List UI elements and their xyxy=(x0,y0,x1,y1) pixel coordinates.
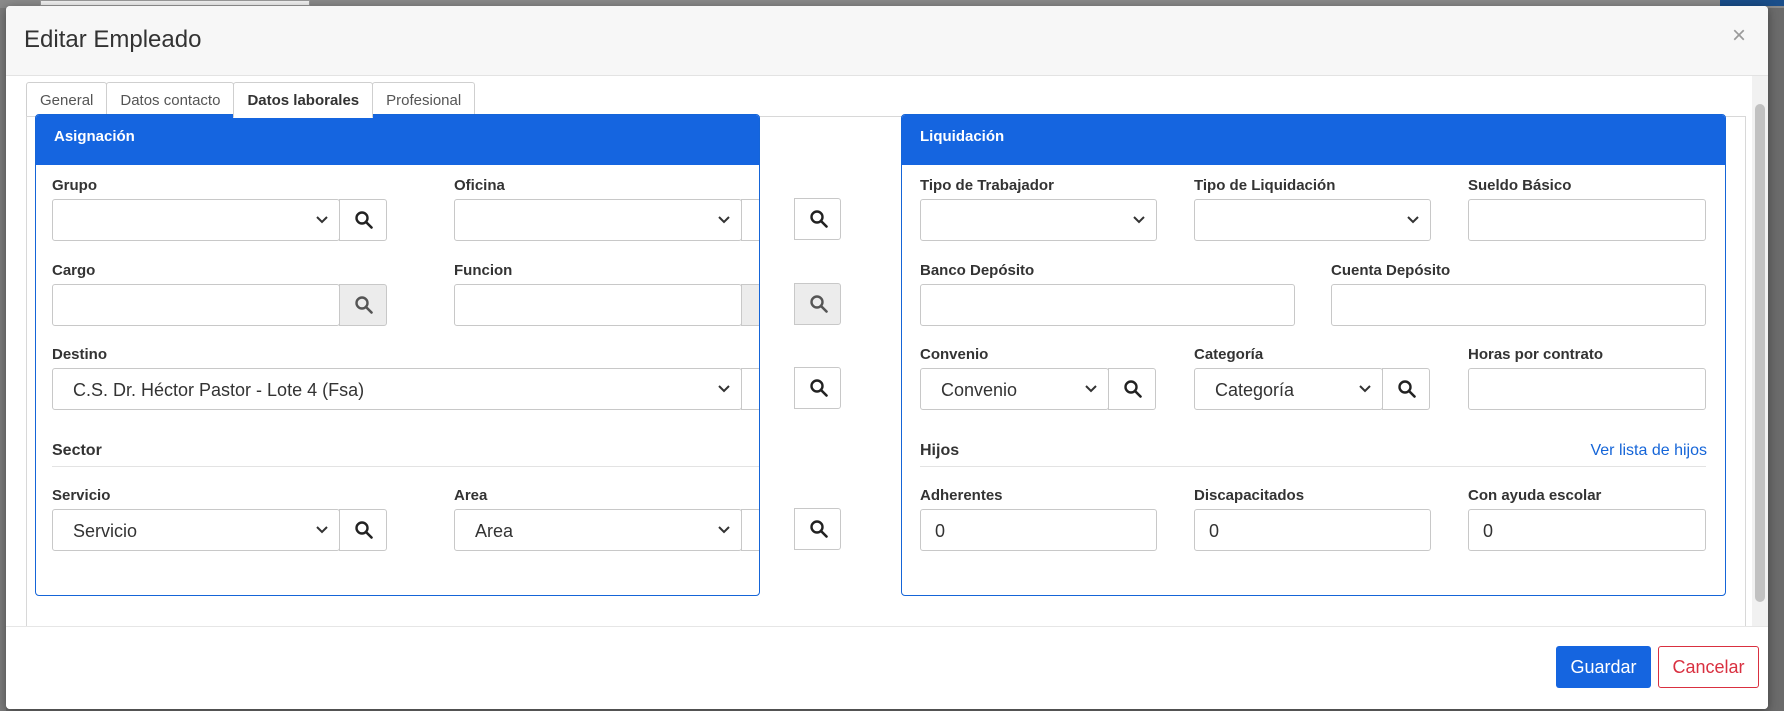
discapacitados-value: 0 xyxy=(1209,521,1220,541)
chevron-down-icon xyxy=(718,216,730,224)
servicio-value: Servicio xyxy=(73,521,138,541)
search-icon xyxy=(1398,380,1416,398)
sector-section-title: Sector xyxy=(52,442,102,459)
chevron-down-icon xyxy=(316,526,328,534)
ver-lista-hijos-link[interactable]: Ver lista de hijos xyxy=(1590,442,1707,460)
grupo-select[interactable] xyxy=(52,199,340,241)
ayuda-escolar-label: Con ayuda escolar xyxy=(1468,487,1602,504)
categoria-label: Categoría xyxy=(1194,346,1264,363)
cuenta-deposito-input[interactable] xyxy=(1331,284,1706,326)
ayuda-escolar-input[interactable]: 0 xyxy=(1468,509,1706,551)
modal-title: Editar Empleado xyxy=(24,26,202,53)
area-label: Area xyxy=(454,487,488,504)
servicio-search-button[interactable] xyxy=(339,509,387,551)
tab-general[interactable]: General xyxy=(26,82,108,117)
funcion-input[interactable] xyxy=(454,284,742,326)
modal-header: Editar Empleado × xyxy=(6,6,1768,76)
search-icon xyxy=(355,296,373,314)
ayuda-escolar-value: 0 xyxy=(1483,521,1494,541)
search-icon xyxy=(810,520,828,538)
liquidacion-panel-title: Liquidación xyxy=(902,115,1725,165)
grupo-label: Grupo xyxy=(52,177,97,194)
oficina-select[interactable] xyxy=(454,199,742,241)
tab-bar: General Datos contacto Datos laborales P… xyxy=(26,82,476,118)
chevron-down-icon xyxy=(316,216,328,224)
asignacion-panel: Asignación Grupo Oficina Cargo Funcion D… xyxy=(35,114,760,596)
search-icon xyxy=(810,210,828,228)
categoria-select[interactable]: Categoría xyxy=(1194,368,1383,410)
chevron-down-icon xyxy=(1133,216,1145,224)
convenio-value: Convenio xyxy=(941,380,1018,400)
chevron-down-icon xyxy=(718,385,730,393)
servicio-label: Servicio xyxy=(52,487,111,504)
tipo-liquidacion-label: Tipo de Liquidación xyxy=(1194,177,1336,194)
grupo-search-button[interactable] xyxy=(339,199,387,241)
sector-divider xyxy=(52,466,759,467)
search-icon xyxy=(810,379,828,397)
tipo-liquidacion-select[interactable] xyxy=(1194,199,1431,241)
area-search-button[interactable] xyxy=(794,508,841,550)
asignacion-panel-title: Asignación xyxy=(36,115,759,165)
cargo-input[interactable] xyxy=(52,284,340,326)
edit-employee-modal: Editar Empleado × General Datos contacto… xyxy=(6,6,1768,709)
discapacitados-input[interactable]: 0 xyxy=(1194,509,1431,551)
categoria-search-button[interactable] xyxy=(1382,368,1430,410)
area-select[interactable]: Area xyxy=(454,509,742,551)
cuenta-deposito-label: Cuenta Depósito xyxy=(1331,262,1451,279)
horas-contrato-input[interactable] xyxy=(1468,368,1706,410)
oficina-search-button-edge[interactable] xyxy=(741,199,759,241)
horas-contrato-label: Horas por contrato xyxy=(1468,346,1604,363)
funcion-search-button-edge[interactable] xyxy=(741,284,759,326)
area-search-button-edge[interactable] xyxy=(741,509,759,551)
vertical-scrollbar[interactable] xyxy=(1752,76,1768,626)
sueldo-basico-label: Sueldo Básico xyxy=(1468,177,1572,194)
tab-datos-laborales[interactable]: Datos laborales xyxy=(233,82,374,118)
adherentes-value: 0 xyxy=(935,521,946,541)
hijos-divider xyxy=(920,466,1706,467)
tipo-trabajador-select[interactable] xyxy=(920,199,1157,241)
categoria-value: Categoría xyxy=(1215,380,1295,400)
chevron-down-icon xyxy=(1085,385,1097,393)
search-icon xyxy=(1124,380,1142,398)
banco-deposito-label: Banco Depósito xyxy=(920,262,1035,279)
convenio-select[interactable]: Convenio xyxy=(920,368,1109,410)
cargo-label: Cargo xyxy=(52,262,96,279)
tab-profesional[interactable]: Profesional xyxy=(372,82,476,117)
discapacitados-label: Discapacitados xyxy=(1194,487,1305,504)
search-icon xyxy=(810,295,828,313)
funcion-label: Funcion xyxy=(454,262,513,279)
search-icon xyxy=(355,521,373,539)
chevron-down-icon xyxy=(718,526,730,534)
destino-select[interactable]: C.S. Dr. Héctor Pastor - Lote 4 (Fsa) xyxy=(52,368,742,410)
servicio-select[interactable]: Servicio xyxy=(52,509,340,551)
sueldo-basico-input[interactable] xyxy=(1468,199,1706,241)
destino-search-button[interactable] xyxy=(794,367,841,409)
cancel-button[interactable]: Cancelar xyxy=(1658,646,1759,688)
chevron-down-icon xyxy=(1407,216,1419,224)
scroll-thumb[interactable] xyxy=(1755,104,1765,602)
modal-footer: Guardar Cancelar xyxy=(6,626,1768,709)
cargo-search-button[interactable] xyxy=(339,284,387,326)
convenio-label: Convenio xyxy=(920,346,989,363)
chevron-down-icon xyxy=(1359,385,1371,393)
adherentes-input[interactable]: 0 xyxy=(920,509,1157,551)
convenio-search-button[interactable] xyxy=(1108,368,1156,410)
banco-deposito-input[interactable] xyxy=(920,284,1295,326)
save-button[interactable]: Guardar xyxy=(1556,646,1651,688)
liquidacion-panel: Liquidación Tipo de Trabajador Tipo de L… xyxy=(901,114,1726,596)
search-icon xyxy=(355,211,373,229)
adherentes-label: Adherentes xyxy=(920,487,1003,504)
tab-datos-contacto[interactable]: Datos contacto xyxy=(106,82,235,117)
area-value: Area xyxy=(475,521,514,541)
hijos-section-title: Hijos xyxy=(920,442,960,459)
funcion-search-button[interactable] xyxy=(794,283,841,325)
destino-search-button-edge[interactable] xyxy=(741,368,759,410)
destino-label: Destino xyxy=(52,346,108,363)
tipo-trabajador-label: Tipo de Trabajador xyxy=(920,177,1054,194)
oficina-label: Oficina xyxy=(454,177,505,194)
close-icon[interactable]: × xyxy=(1732,24,1746,48)
destino-value: C.S. Dr. Héctor Pastor - Lote 4 (Fsa) xyxy=(73,380,365,400)
oficina-search-button[interactable] xyxy=(794,198,841,240)
